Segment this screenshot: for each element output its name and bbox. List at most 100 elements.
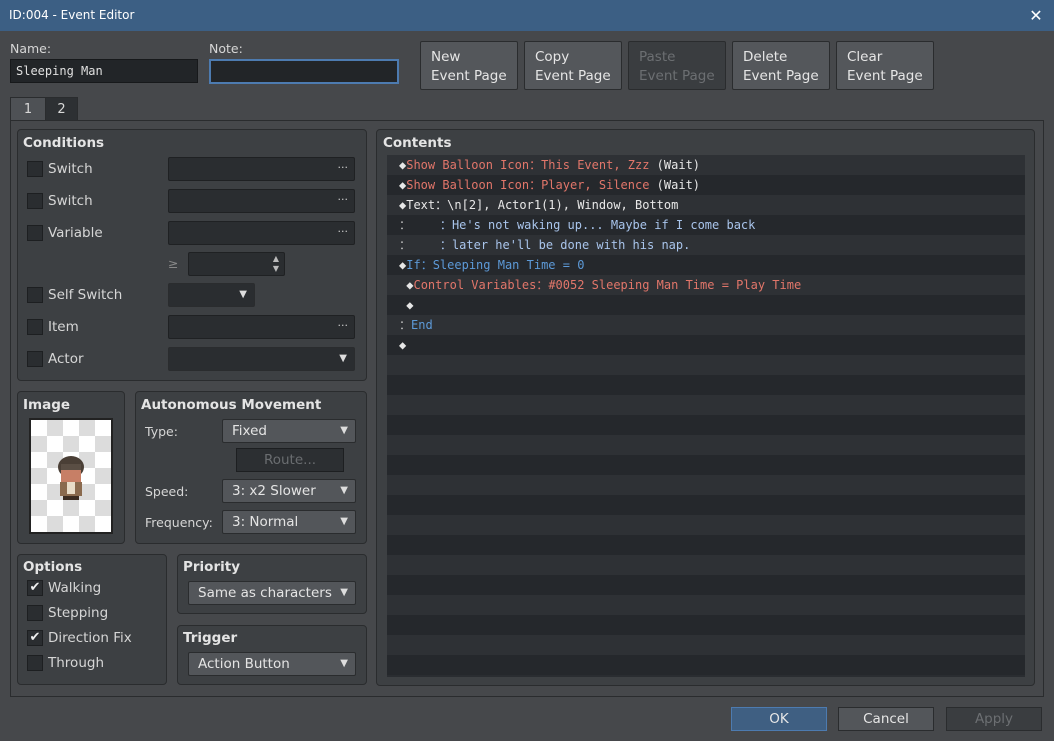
switch1-selector[interactable]: ··· (168, 157, 355, 181)
type-dropdown[interactable]: Fixed ▼ (222, 419, 356, 443)
option-checkbox[interactable]: ✔ (27, 630, 43, 646)
self_switch-label: Self Switch (48, 287, 123, 303)
command-row[interactable]: ： ：He's not waking up... Maybe if I come… (387, 215, 1025, 235)
new-event-page-button[interactable]: New Event Page (420, 41, 518, 90)
contents-title: Contents (383, 135, 452, 151)
empty-row (387, 415, 1025, 435)
frequency-dropdown[interactable]: 3: Normal ▼ (222, 510, 356, 534)
switch1-label: Switch (48, 161, 93, 177)
priority-dropdown[interactable]: Same as characters ▼ (188, 581, 356, 605)
command-row[interactable]: ◆ (387, 295, 1025, 315)
option-checkbox[interactable]: ✔ (27, 580, 43, 596)
variable-selector[interactable]: ··· (168, 221, 355, 245)
sleeping-man-sprite (58, 456, 84, 500)
frequency-value: 3: Normal (232, 514, 299, 530)
actor-checkbox[interactable] (27, 351, 43, 367)
actor-dropdown[interactable]: ▼ (168, 347, 355, 371)
option-label: Through (48, 655, 104, 671)
button-label-line2: Event Page (847, 68, 923, 84)
button-label-line2: Event Page (535, 68, 611, 84)
continuation-marker: ： (399, 238, 412, 252)
command-row[interactable]: ◆Show Balloon Icon：Player, Silence (Wait… (387, 175, 1025, 195)
copy-event-page-button[interactable]: Copy Event Page (524, 41, 622, 90)
command-row[interactable]: ◆Control Variables：#0052 Sleeping Man Ti… (387, 275, 1025, 295)
note-label: Note: (209, 41, 243, 56)
button-label-line1: Clear (847, 49, 883, 65)
name-input[interactable]: Sleeping Man (10, 59, 198, 83)
command-row[interactable]: ◆Text：\n[2], Actor1(1), Window, Bottom (387, 195, 1025, 215)
option-label: Walking (48, 580, 102, 596)
empty-row (387, 535, 1025, 555)
gte-label: ≥ (168, 256, 179, 271)
command-args: He's not waking up... Maybe if I come ba… (451, 218, 756, 232)
chevron-down-icon: ▼ (340, 485, 348, 496)
character-image[interactable] (29, 418, 113, 534)
option-label: Stepping (48, 605, 109, 621)
chevron-down-icon: ▼ (339, 353, 347, 364)
empty-row (387, 575, 1025, 595)
chevron-down-icon: ▼ (340, 587, 348, 598)
empty-row (387, 455, 1025, 475)
options-title: Options (23, 559, 83, 575)
command-row[interactable]: ： ：later he'll be done with his nap. (387, 235, 1025, 255)
paste-event-page-button[interactable]: Paste Event Page (628, 41, 726, 90)
command-args: Sleeping Man Time = 0 (432, 258, 585, 272)
separator: ： (439, 238, 452, 252)
command-args: Player, Silence (541, 178, 650, 192)
window-title: ID:004 - Event Editor (9, 8, 135, 22)
button-label-line2: Event Page (743, 68, 819, 84)
command-name (411, 238, 440, 252)
actor-label: Actor (48, 351, 84, 367)
route-button[interactable]: Route... (236, 448, 344, 472)
clear-event-page-button[interactable]: Clear Event Page (836, 41, 934, 90)
item-checkbox[interactable] (27, 319, 43, 335)
item-label: Item (48, 319, 79, 335)
command-args: #0052 Sleeping Man Time = Play Time (548, 278, 802, 292)
frequency-label: Frequency: (145, 515, 213, 530)
cancel-button[interactable]: Cancel (838, 707, 934, 731)
diamond-icon: ◆ (399, 338, 407, 352)
switch2-checkbox[interactable] (27, 193, 43, 209)
title-bar: ID:004 - Event Editor (0, 0, 1054, 31)
apply-button[interactable]: Apply (946, 707, 1042, 731)
tab-page-1[interactable]: 1 (10, 97, 46, 121)
speed-dropdown[interactable]: 3: x2 Slower ▼ (222, 479, 356, 503)
switch1-checkbox[interactable] (27, 161, 43, 177)
tab-page-2[interactable]: 2 (45, 97, 78, 121)
switch2-selector[interactable]: ··· (168, 189, 355, 213)
variable-checkbox[interactable] (27, 225, 43, 241)
command-row[interactable]: ：End (387, 315, 1025, 335)
name-label: Name: (10, 41, 52, 56)
close-icon[interactable]: ✕ (1026, 0, 1046, 31)
variable-value-spinner[interactable]: ▲ ▼ (188, 252, 285, 276)
self_switch-dropdown[interactable]: ▼ (168, 283, 255, 307)
option-checkbox[interactable] (27, 655, 43, 671)
ok-button[interactable]: OK (731, 707, 827, 731)
self_switch-checkbox[interactable] (27, 287, 43, 303)
ellipsis-icon: ··· (337, 193, 349, 206)
command-extra: (Wait) (649, 178, 701, 192)
item-selector[interactable]: ··· (168, 315, 355, 339)
command-row[interactable]: ◆ (387, 335, 1025, 355)
command-args: This Event, Zzz (541, 158, 650, 172)
command-row[interactable]: ◆Show Balloon Icon：This Event, Zzz (Wait… (387, 155, 1025, 175)
checkmark-icon: ✔ (29, 580, 41, 595)
trigger-dropdown[interactable]: Action Button ▼ (188, 652, 356, 676)
button-label-line1: Paste (639, 49, 676, 65)
note-input[interactable] (209, 59, 399, 84)
option-checkbox[interactable] (27, 605, 43, 621)
separator: ： (439, 218, 452, 232)
separator: ： (529, 178, 542, 192)
command-name (411, 218, 440, 232)
command-row[interactable]: ◆If：Sleeping Man Time = 0 (387, 255, 1025, 275)
continuation-marker: ： (399, 218, 412, 232)
conditions-title: Conditions (23, 135, 105, 151)
empty-row (387, 655, 1025, 675)
delete-event-page-button[interactable]: Delete Event Page (732, 41, 830, 90)
autonomous-movement-title: Autonomous Movement (141, 397, 322, 413)
empty-row (387, 615, 1025, 635)
variable-label: Variable (48, 225, 103, 241)
event-command-list[interactable]: ◆Show Balloon Icon：This Event, Zzz (Wait… (387, 155, 1025, 677)
command-name: Text (406, 198, 436, 212)
speed-label: Speed: (145, 484, 189, 499)
